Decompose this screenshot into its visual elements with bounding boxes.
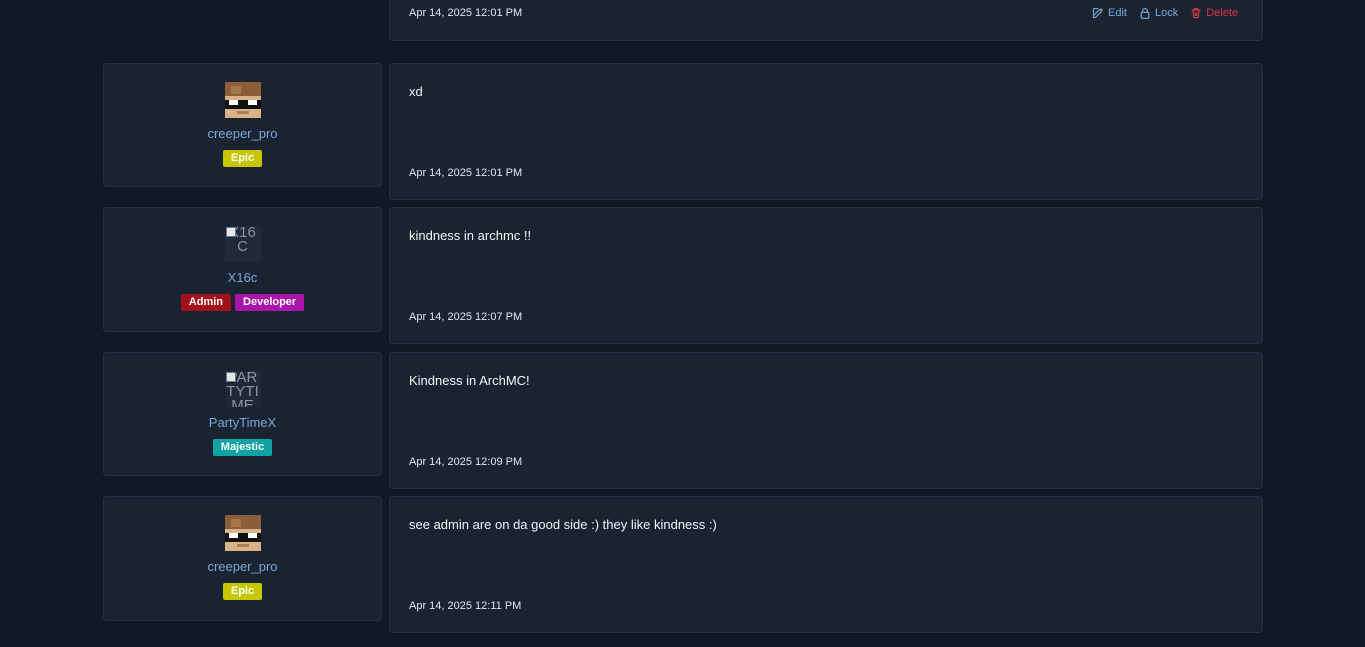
post-author-card: creeper_pro Epic [103, 63, 382, 187]
delete-label: Delete [1206, 7, 1238, 19]
forum-thread: Apr 14, 2025 12:01 PM Edit Lock Delete c… [0, 0, 1365, 647]
username-link[interactable]: creeper_pro [207, 559, 277, 574]
broken-image-icon [225, 227, 236, 237]
username-link[interactable]: creeper_pro [207, 126, 277, 141]
lock-label: Lock [1154, 7, 1179, 19]
rank-badge: Developer [235, 294, 305, 311]
avatar[interactable]: X16C [224, 226, 261, 262]
post-content: see admin are on da good side :) they li… [409, 517, 717, 532]
rank-badge: Epic [222, 583, 263, 600]
post-card: Apr 14, 2025 12:01 PM Edit Lock Delete [389, 0, 1263, 41]
post-date: Apr 14, 2025 12:01 PM [409, 7, 523, 19]
edit-label: Edit [1107, 7, 1127, 19]
rank-badge: Majestic [212, 439, 273, 456]
rank-badges: Epic [222, 583, 263, 600]
avatar[interactable] [224, 515, 261, 551]
rank-badge: Epic [222, 150, 263, 167]
rank-badges: Epic [222, 150, 263, 167]
broken-image-icon [225, 372, 236, 382]
post-card: xd Apr 14, 2025 12:01 PM [389, 63, 1263, 200]
post-content: Kindness in ArchMC! [409, 373, 530, 388]
avatar[interactable]: PARTYTIME [224, 371, 261, 407]
post-card: kindness in archmc !! Apr 14, 2025 12:07… [389, 207, 1263, 344]
post-content: kindness in archmc !! [409, 228, 532, 243]
username-link[interactable]: PartyTimeX [209, 415, 276, 430]
post-card: see admin are on da good side :) they li… [389, 496, 1263, 633]
post-date: Apr 14, 2025 12:01 PM [409, 167, 523, 179]
trash-icon [1191, 7, 1201, 19]
post-author-card: X16C X16c Admin Developer [103, 207, 382, 332]
post-content: xd [409, 84, 423, 99]
post-author-card: creeper_pro Epic [103, 496, 382, 621]
edit-button[interactable]: Edit [1092, 7, 1127, 19]
edit-icon [1092, 7, 1103, 19]
delete-button[interactable]: Delete [1190, 7, 1238, 19]
lock-icon [1140, 7, 1150, 19]
post-date: Apr 14, 2025 12:11 PM [409, 600, 522, 612]
post-date: Apr 14, 2025 12:07 PM [409, 311, 523, 323]
post-date: Apr 14, 2025 12:09 PM [409, 456, 523, 468]
rank-badges: Admin Developer [180, 294, 305, 311]
post-actions: Edit Lock Delete [1092, 7, 1238, 19]
post-author-card: PARTYTIME PartyTimeX Majestic [103, 352, 382, 476]
post-card: Kindness in ArchMC! Apr 14, 2025 12:09 P… [389, 352, 1263, 489]
lock-button[interactable]: Lock [1139, 7, 1178, 19]
rank-badge: Admin [180, 294, 232, 311]
username-link[interactable]: X16c [228, 270, 258, 285]
avatar[interactable] [224, 82, 261, 118]
rank-badges: Majestic [212, 439, 273, 456]
